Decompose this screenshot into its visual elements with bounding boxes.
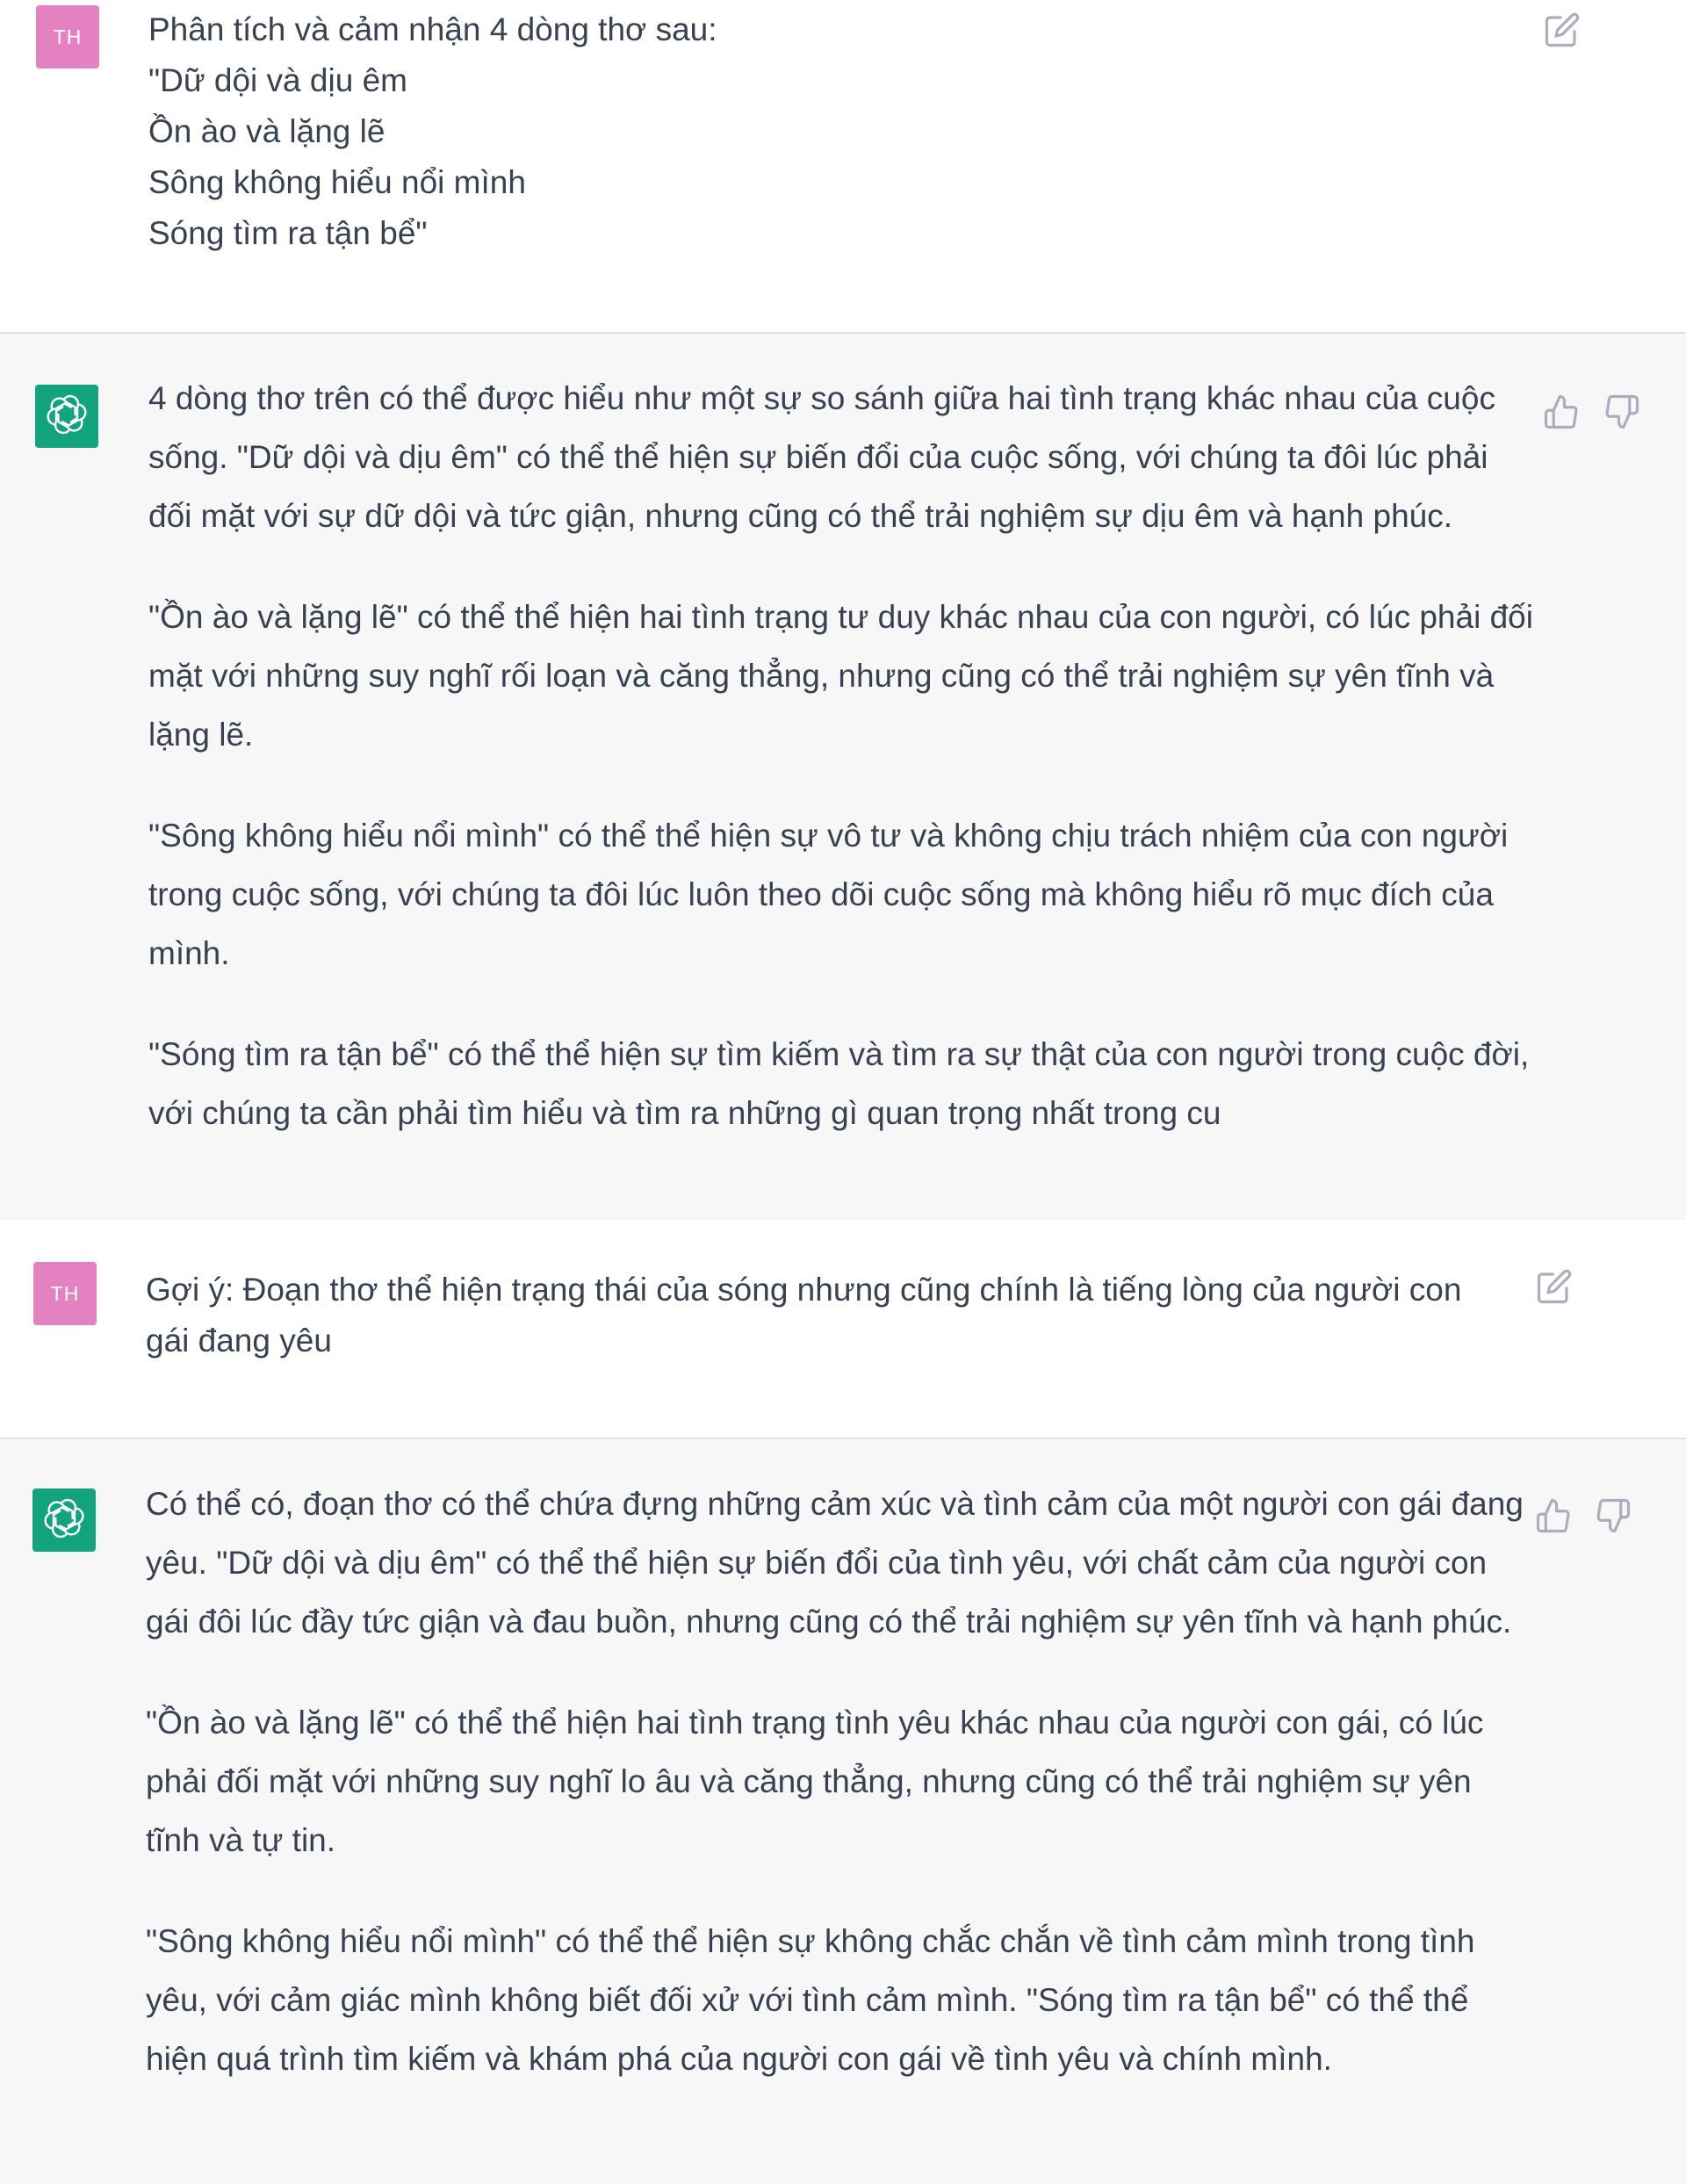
openai-logo-icon: [42, 1496, 86, 1545]
assistant-message-2: Có thể có, đoạn thơ có thể chứa đựng nhữ…: [0, 1438, 1686, 2184]
assistant-avatar: [32, 1488, 96, 1552]
thumbs-down-icon[interactable]: [1603, 393, 1640, 430]
message-paragraph: "Sóng tìm ra tận bể" có thể thể hiện sự …: [148, 1036, 1530, 1131]
message-line: Phân tích và cảm nhận 4 dòng thơ sau:: [148, 11, 717, 47]
message-line: Sóng tìm ra tận bể": [148, 215, 428, 251]
edit-icon[interactable]: [1544, 11, 1581, 48]
message-line: gái đang yêu: [146, 1323, 332, 1359]
message-paragraph: 4 dòng thơ trên có thể được hiểu như một…: [148, 380, 1495, 534]
user-message-text: Phân tích và cảm nhận 4 dòng thơ sau: "D…: [148, 4, 1509, 259]
message-line: Gợi ý: Đoạn thơ thể hiện trạng thái của …: [146, 1272, 1462, 1308]
edit-icon[interactable]: [1536, 1268, 1573, 1305]
thumbs-up-icon[interactable]: [1535, 1497, 1572, 1534]
user-avatar: TH: [33, 1262, 97, 1325]
assistant-message-text: Có thể có, đoạn thơ có thể chứa đựng nhữ…: [146, 1474, 1533, 2088]
message-line: "Dữ dội và dịu êm: [148, 62, 407, 98]
user-avatar-initials: TH: [53, 25, 83, 48]
message-line: Ồn ào và lặng lẽ: [148, 113, 385, 149]
assistant-message-1: 4 dòng thơ trên có thể được hiểu như một…: [0, 332, 1686, 1222]
user-avatar-initials: TH: [50, 1281, 80, 1305]
assistant-message-text: 4 dòng thơ trên có thể được hiểu như một…: [148, 369, 1536, 1142]
thumbs-down-icon[interactable]: [1595, 1497, 1632, 1534]
user-avatar: TH: [36, 5, 99, 68]
openai-logo-icon: [45, 393, 89, 441]
message-paragraph: Có thể có, đoạn thơ có thể chứa đựng nhữ…: [146, 1486, 1524, 1640]
user-message-text: Gợi ý: Đoạn thơ thể hiện trạng thái của …: [146, 1265, 1533, 1366]
assistant-avatar: [35, 385, 98, 448]
message-paragraph: "Ồn ào và lặng lẽ" có thể thể hiện hai t…: [148, 599, 1533, 753]
thumbs-up-icon[interactable]: [1543, 393, 1580, 430]
message-paragraph: "Ồn ào và lặng lẽ" có thể thể hiện hai t…: [146, 1705, 1484, 1858]
message-line: Sông không hiểu nổi mình: [148, 164, 526, 200]
message-paragraph: "Sông không hiểu nổi mình" có thể thể hi…: [146, 1923, 1475, 2077]
user-message-2: TH Gợi ý: Đoạn thơ thể hiện trạng thái c…: [0, 1220, 1686, 1438]
message-paragraph: "Sông không hiểu nổi mình" có thể thể hi…: [148, 818, 1509, 971]
user-message-1: TH Phân tích và cảm nhận 4 dòng thơ sau:…: [0, 0, 1686, 332]
